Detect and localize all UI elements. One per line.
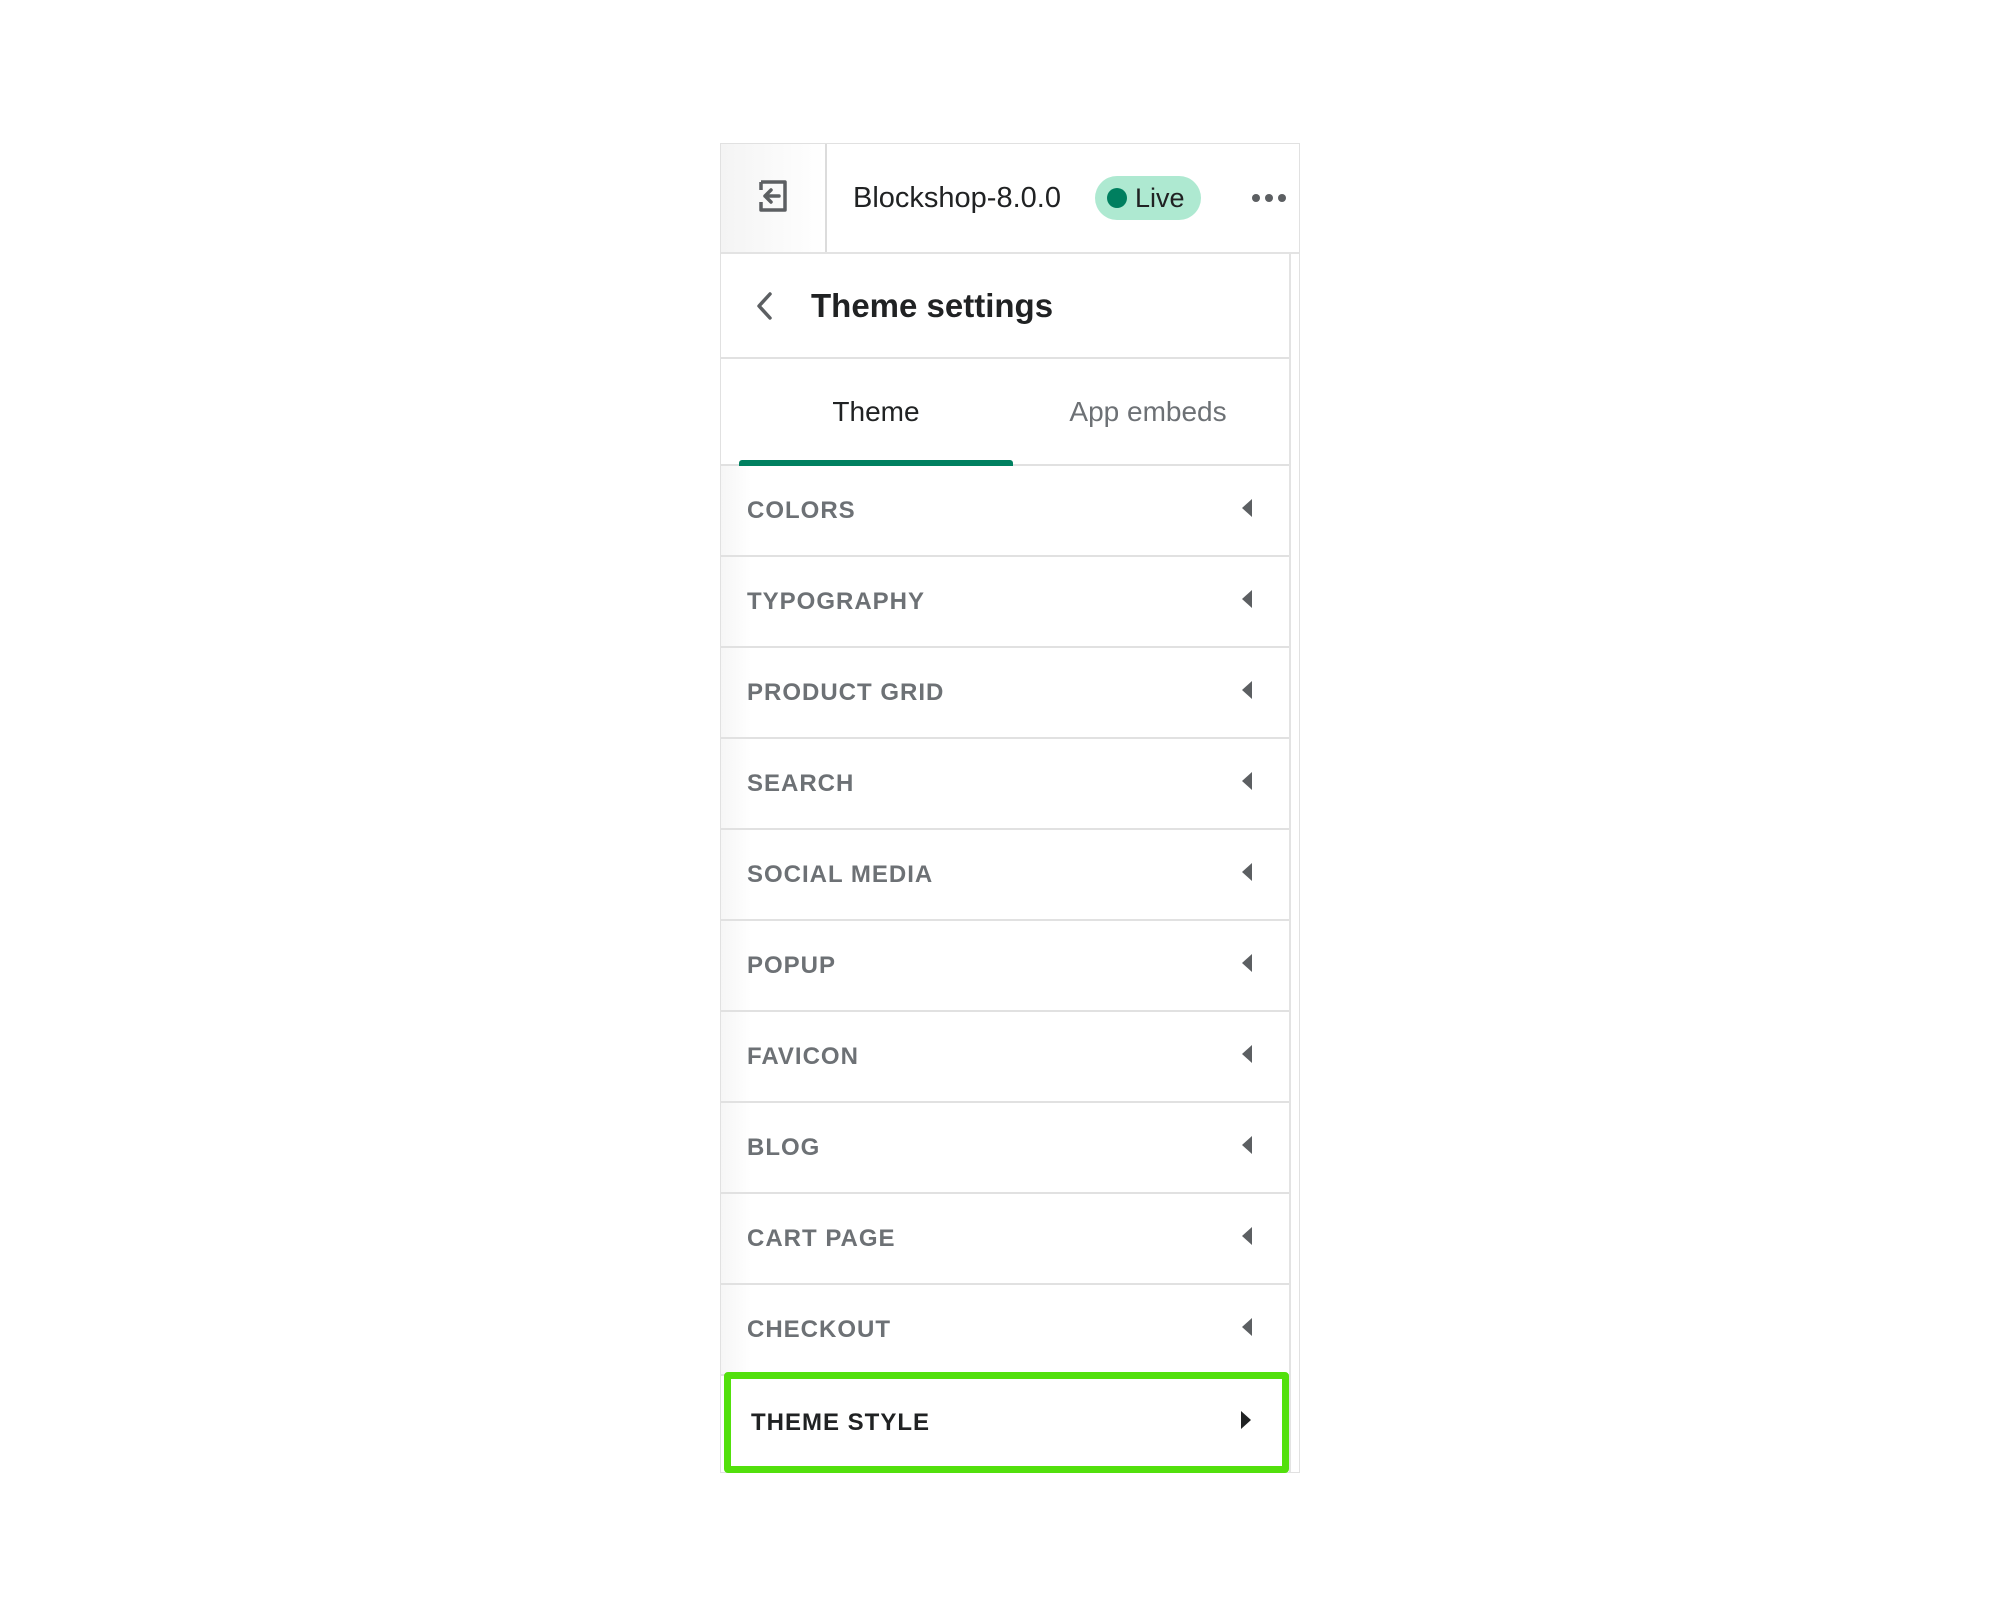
title-bar: Theme settings <box>721 254 1289 359</box>
settings-item-blog[interactable]: BLOG <box>721 1103 1289 1194</box>
settings-item-label: CART PAGE <box>747 1224 896 1252</box>
ellipsis-icon <box>1252 194 1286 202</box>
settings-item-social-media[interactable]: SOCIAL MEDIA <box>721 830 1289 921</box>
exit-arrow-icon <box>755 178 791 219</box>
settings-item-label: POPUP <box>747 951 837 979</box>
settings-item-favicon[interactable]: FAVICON <box>721 1012 1289 1103</box>
editor-header: Blockshop-8.0.0 Live <box>721 144 1299 254</box>
settings-item-label: BLOG <box>747 1133 821 1161</box>
caret-left-icon <box>1241 771 1253 796</box>
settings-item-label: FAVICON <box>747 1042 859 1070</box>
caret-left-icon <box>1241 498 1253 523</box>
settings-list: COLORS TYPOGRAPHY PRODUCT GRID SEARCH SO… <box>721 466 1289 1473</box>
settings-item-label: COLORS <box>747 496 856 524</box>
chevron-left-icon <box>757 291 772 320</box>
settings-item-label: CHECKOUT <box>747 1315 891 1343</box>
status-badge: Live <box>1094 176 1201 220</box>
settings-item-label: THEME STYLE <box>751 1408 931 1436</box>
exit-button[interactable] <box>721 144 827 252</box>
tab-bar: Theme App embeds <box>721 359 1289 466</box>
settings-item-label: SOCIAL MEDIA <box>747 860 934 888</box>
theme-name: Blockshop-8.0.0 <box>853 181 1061 214</box>
settings-pane: Theme settings Theme App embeds COLORS T… <box>721 254 1291 1473</box>
back-button[interactable] <box>753 290 783 322</box>
settings-item-colors[interactable]: COLORS <box>721 466 1289 557</box>
settings-item-label: SEARCH <box>747 769 855 797</box>
caret-left-icon <box>1241 1044 1253 1069</box>
caret-left-icon <box>1241 1135 1253 1160</box>
caret-right-icon <box>1240 1410 1252 1435</box>
settings-item-typography[interactable]: TYPOGRAPHY <box>721 557 1289 648</box>
more-actions-button[interactable] <box>1249 193 1289 203</box>
live-dot-icon <box>1106 188 1127 208</box>
caret-left-icon <box>1241 862 1253 887</box>
settings-item-search[interactable]: SEARCH <box>721 739 1289 830</box>
settings-item-cart-page[interactable]: CART PAGE <box>721 1194 1289 1285</box>
tab-app-embeds[interactable]: App embeds <box>1013 359 1283 464</box>
caret-left-icon <box>1241 1317 1253 1342</box>
settings-item-theme-style[interactable]: THEME STYLE <box>724 1372 1289 1473</box>
caret-left-icon <box>1241 1226 1253 1251</box>
settings-item-label: PRODUCT GRID <box>747 678 945 706</box>
page-title: Theme settings <box>811 286 1054 324</box>
settings-item-product-grid[interactable]: PRODUCT GRID <box>721 648 1289 739</box>
settings-item-checkout[interactable]: CHECKOUT <box>721 1285 1289 1376</box>
status-badge-label: Live <box>1134 182 1185 213</box>
settings-item-label: TYPOGRAPHY <box>747 587 926 615</box>
caret-left-icon <box>1241 680 1253 705</box>
caret-left-icon <box>1241 589 1253 614</box>
settings-item-popup[interactable]: POPUP <box>721 921 1289 1012</box>
tab-theme[interactable]: Theme <box>739 359 1013 466</box>
caret-left-icon <box>1241 953 1253 978</box>
theme-editor-panel: Blockshop-8.0.0 Live Theme settings Them… <box>720 143 1300 1473</box>
